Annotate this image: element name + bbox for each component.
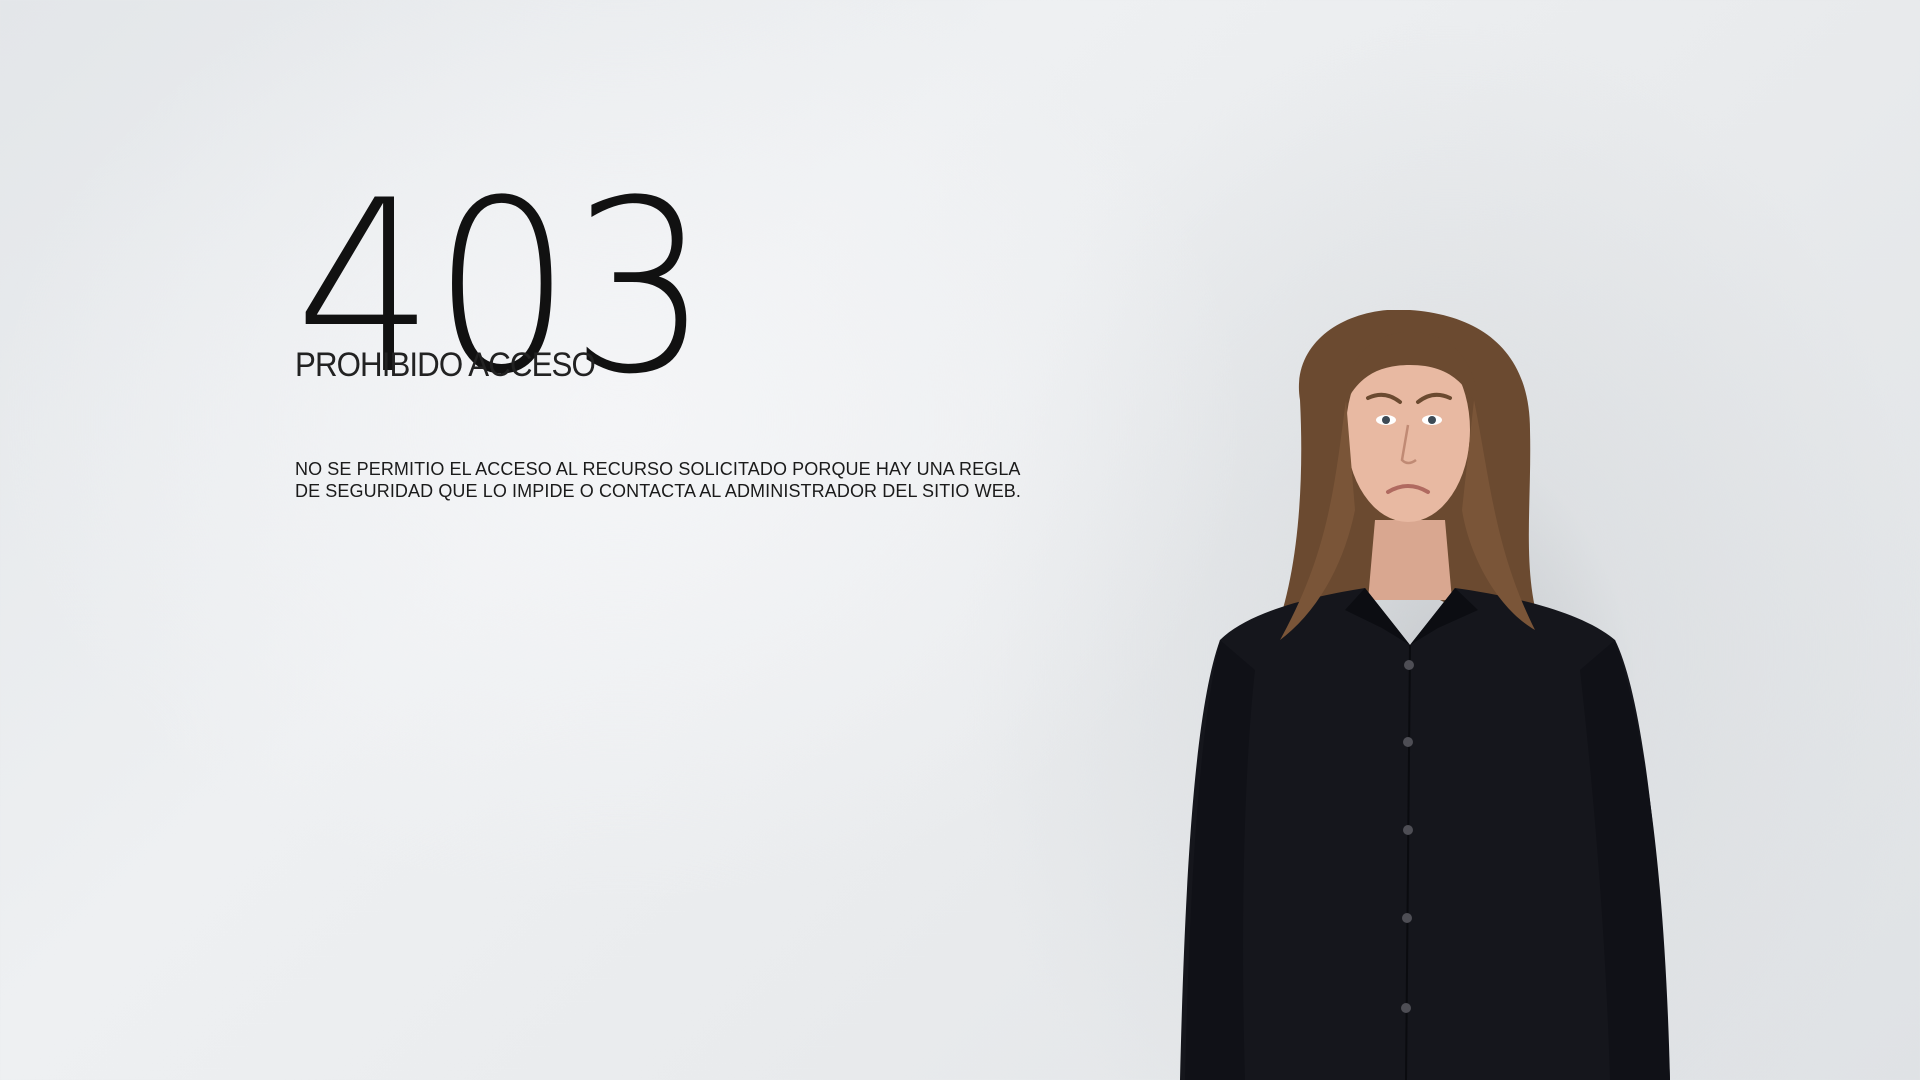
error-description: NO SE PERMITIO EL ACCESO AL RECURSO SOLI… xyxy=(295,458,1055,502)
shirt-button xyxy=(1402,913,1412,923)
neck xyxy=(1368,520,1452,600)
shirt-button xyxy=(1404,660,1414,670)
error-description-line-1: NO SE PERMITIO EL ACCESO AL RECURSO SOLI… xyxy=(295,459,1021,479)
error-description-line-2: DE SEGURIDAD QUE LO IMPIDE O CONTACTA AL… xyxy=(295,481,1022,501)
shirt-button xyxy=(1403,825,1413,835)
shirt-button xyxy=(1403,737,1413,747)
shirt-button xyxy=(1401,1003,1411,1013)
sad-woman-photo xyxy=(1180,310,1670,1080)
error-title: PROHIBIDO ACCESO xyxy=(295,346,596,384)
error-content: 403 PROHIBIDO ACCESO NO SE PERMITIO EL A… xyxy=(295,170,1055,502)
